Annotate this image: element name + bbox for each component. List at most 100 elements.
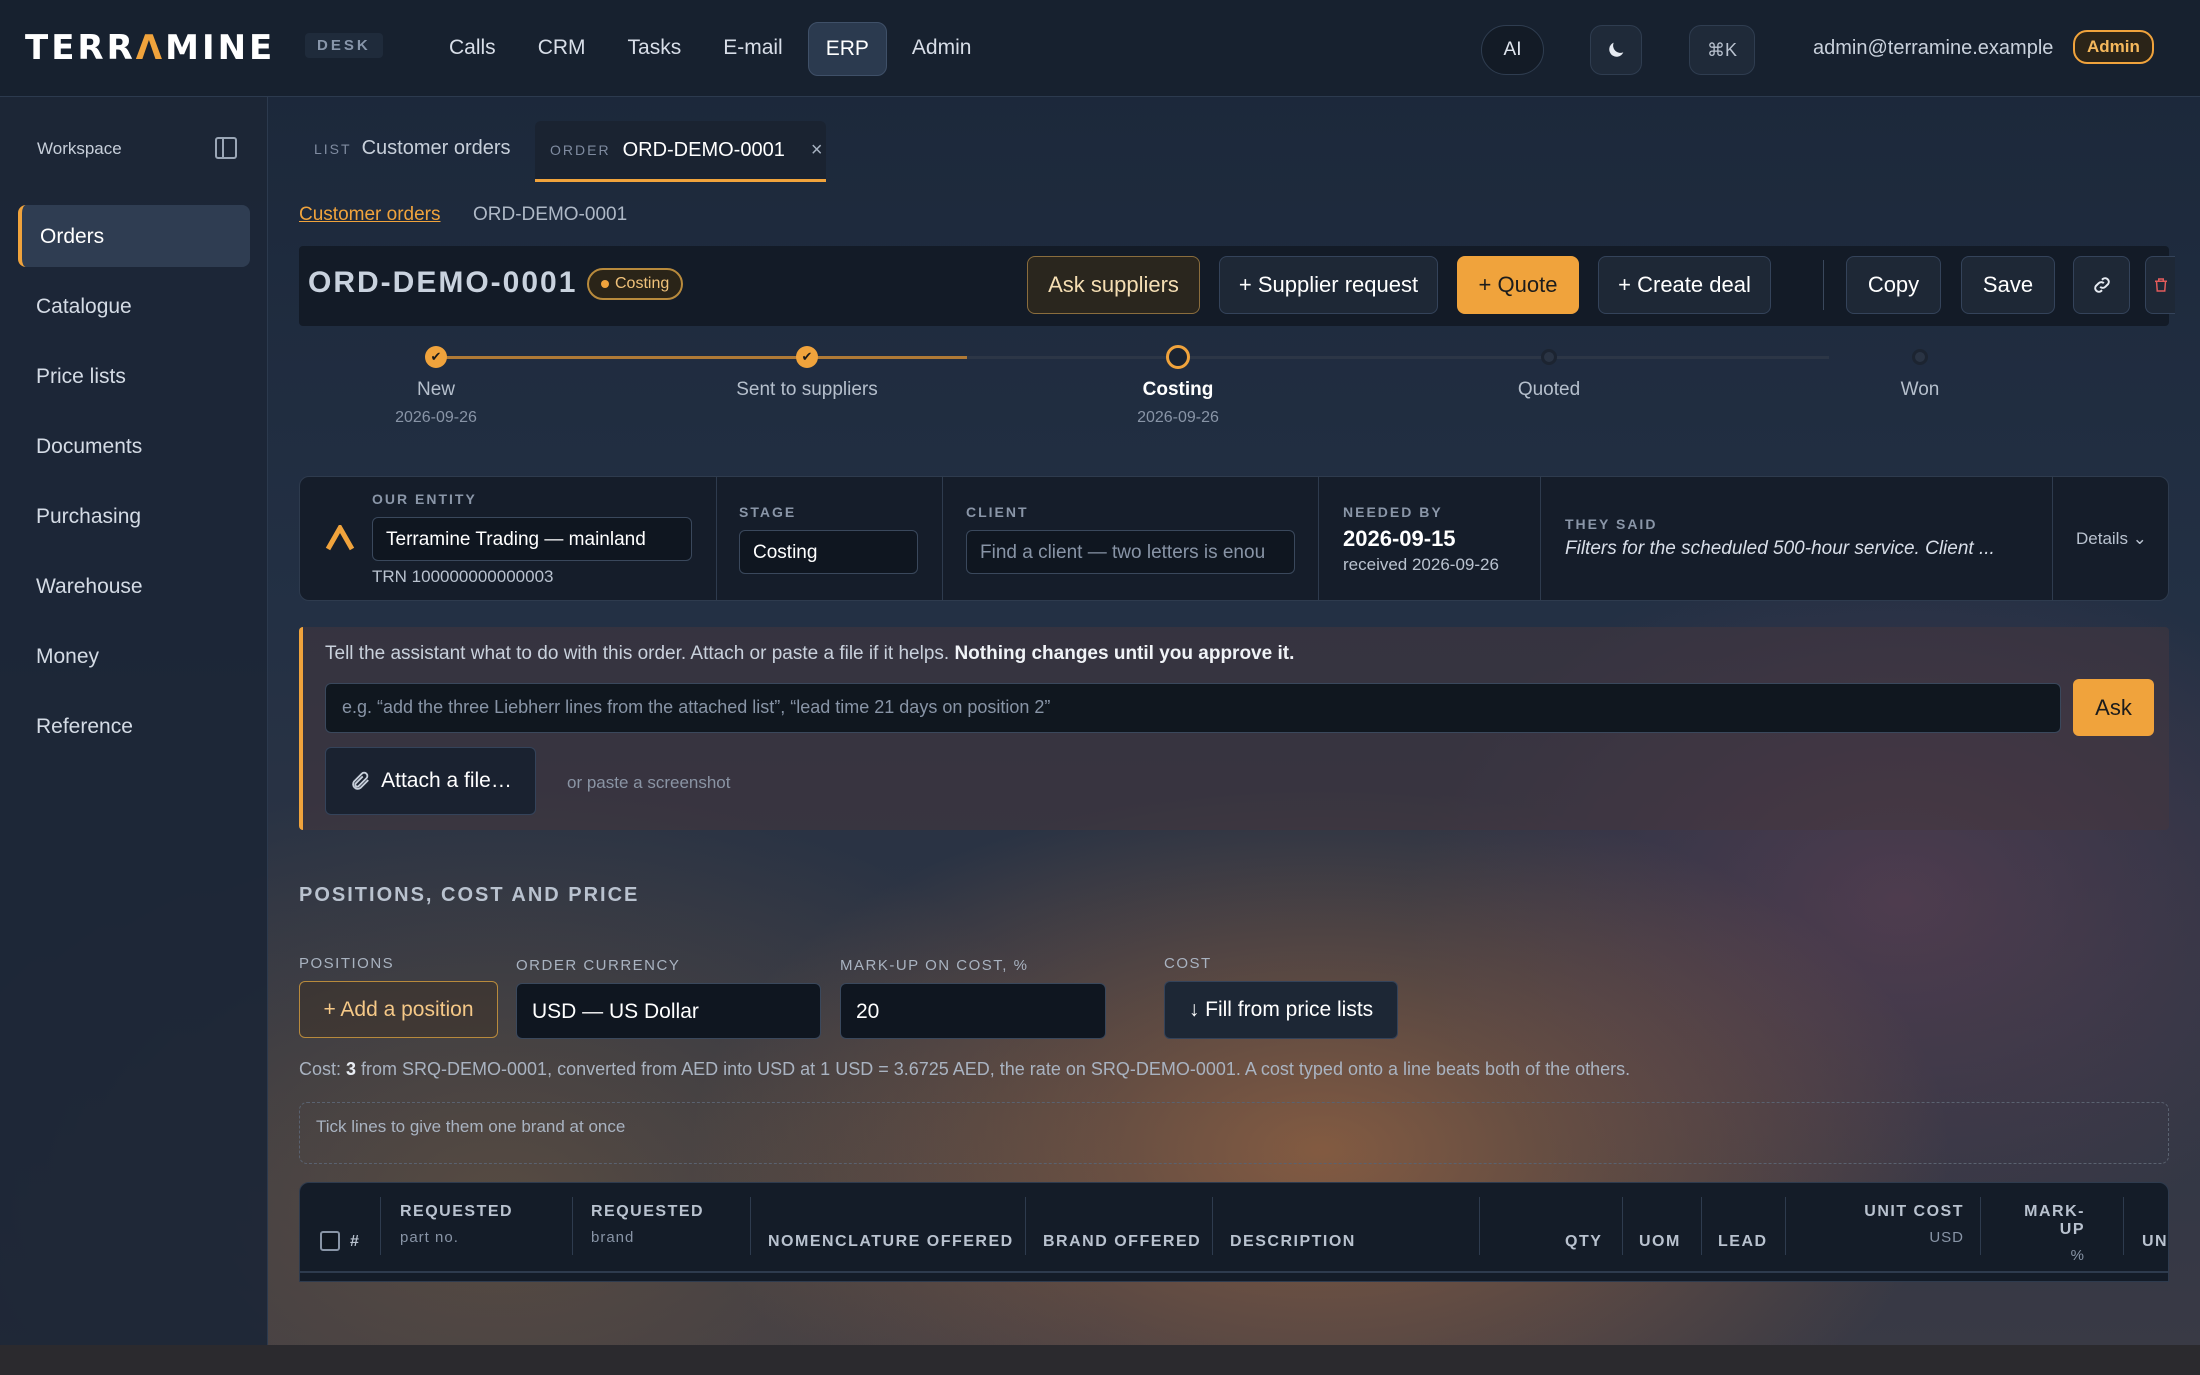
nav-admin[interactable]: Admin <box>895 22 989 76</box>
stage-costing-label: Costing <box>1142 379 1214 400</box>
needed-by-date[interactable]: 2026-09-15 <box>1343 526 1456 552</box>
supplier-request-button[interactable]: + Supplier request <box>1219 256 1438 314</box>
status-dot-icon <box>601 279 609 288</box>
ask-button[interactable]: Ask <box>2073 679 2154 736</box>
ask-suppliers-button[interactable]: Ask suppliers <box>1027 256 1200 314</box>
col-uom[interactable]: UOM <box>1639 1233 1681 1251</box>
stage-select[interactable]: Costing <box>739 530 918 574</box>
entity-select[interactable]: Terramine Trading — mainland <box>372 517 692 561</box>
divider <box>1479 1197 1480 1255</box>
theme-toggle-button[interactable] <box>1590 25 1642 75</box>
col-requested-brand[interactable]: REQUESTED brand <box>591 1203 704 1246</box>
they-said-text: Filters for the scheduled 500-hour servi… <box>1565 538 1995 559</box>
command-palette-button[interactable]: ⌘K <box>1689 25 1755 75</box>
delete-button[interactable] <box>2145 256 2175 314</box>
col-description[interactable]: DESCRIPTION <box>1230 1233 1356 1251</box>
tab-label: ORD-DEMO-0001 <box>622 138 785 161</box>
tab-kind: LIST <box>314 141 352 157</box>
col-markup[interactable]: MARK-UP% <box>2000 1203 2085 1264</box>
divider <box>1823 260 1824 310</box>
sidebar-item-purchasing[interactable]: Purchasing <box>18 485 250 547</box>
sidebar-item-money[interactable]: Money <box>18 625 250 687</box>
divider <box>300 1271 2168 1273</box>
stage-stepper: ✔ New 2026-09-26 ✔ Sent to suppliers Cos… <box>299 337 2169 427</box>
status-badge: Costing <box>587 268 684 300</box>
stage-new-label: New <box>416 379 455 400</box>
assistant-input[interactable]: e.g. “add the three Liebherr lines from … <box>325 683 2061 733</box>
order-currency-select[interactable]: USD — US Dollar <box>516 983 821 1039</box>
positions-table: # REQUESTED part no. REQUESTED brand NOMEN… <box>299 1182 2169 1282</box>
status-label: Costing <box>615 275 670 292</box>
assistant-message: Tell the assistant what to do with this … <box>325 643 1295 664</box>
user-email[interactable]: admin@terramine.example <box>1813 37 2053 60</box>
attach-file-button[interactable]: Attach a file… <box>325 747 536 815</box>
breadcrumb-parent[interactable]: Customer orders <box>299 204 441 226</box>
bottom-bar <box>0 1345 2200 1375</box>
close-tab-icon[interactable]: × <box>811 139 823 162</box>
sidebar-item-warehouse[interactable]: Warehouse <box>18 555 250 617</box>
col-qty[interactable]: QTY <box>1565 1233 1602 1251</box>
select-all-checkbox[interactable] <box>320 1231 340 1251</box>
col-unit-price[interactable]: UN <box>2142 1233 2168 1251</box>
markup-input[interactable]: 20 <box>840 983 1106 1039</box>
col-brand-offered[interactable]: BRAND OFFERED <box>1043 1233 1201 1251</box>
positions-label: POSITIONS <box>299 955 395 972</box>
order-currency-label: ORDER CURRENCY <box>516 957 681 974</box>
create-deal-button[interactable]: + Create deal <box>1598 256 1771 314</box>
trash-icon <box>2154 278 2167 292</box>
page-title: ORD-DEMO-0001 <box>308 266 578 299</box>
stage-won-node[interactable] <box>1912 349 1928 365</box>
divider <box>1785 1197 1786 1255</box>
divider <box>750 1197 751 1255</box>
tab-kind: ORDER <box>550 142 611 158</box>
tab-customer-orders[interactable]: LIST Customer orders <box>314 137 511 160</box>
they-said-cell: THEY SAID Filters for the scheduled 500-… <box>1541 477 2053 600</box>
nav-tasks[interactable]: Tasks <box>611 22 699 76</box>
top-bar: TERRΛMINE DESK Calls CRM Tasks E-mail ER… <box>0 0 2200 97</box>
sidebar-item-catalogue[interactable]: Catalogue <box>18 275 250 337</box>
save-button[interactable]: Save <box>1961 256 2055 314</box>
terramine-logo[interactable]: TERRΛMINE <box>25 28 275 68</box>
sidebar-item-orders[interactable]: Orders <box>18 205 250 267</box>
sidebar-item-documents[interactable]: Documents <box>18 415 250 477</box>
section-title: POSITIONS, COST AND PRICE <box>299 884 640 906</box>
fill-from-price-lists-button[interactable]: ↓ Fill from price lists <box>1164 981 1398 1039</box>
stage-cell: STAGE Costing <box>717 477 943 600</box>
nav-email[interactable]: E-mail <box>706 22 800 76</box>
main-content: LIST Customer orders ORDER ORD-DEMO-0001… <box>269 97 2200 1375</box>
col-nomenclature[interactable]: NOMENCLATURE OFFERED <box>768 1233 1014 1251</box>
nav-crm[interactable]: CRM <box>521 22 603 76</box>
ai-button[interactable]: AI <box>1481 25 1544 75</box>
stage-new-date: 2026-09-26 <box>395 409 477 426</box>
stage-new-node[interactable]: ✔ <box>425 346 447 368</box>
workspace-label: Workspace <box>37 139 122 158</box>
paste-hint: or paste a screenshot <box>567 773 731 792</box>
copy-link-button[interactable] <box>2073 256 2130 314</box>
entity-label: OUR ENTITY <box>372 491 477 507</box>
collapse-sidebar-icon[interactable] <box>215 137 237 159</box>
stage-sent-node[interactable]: ✔ <box>796 346 818 368</box>
col-unit-cost[interactable]: UNIT COST USD <box>1860 1203 1964 1246</box>
col-requested-part[interactable]: REQUESTED part no. <box>400 1203 513 1246</box>
tab-order[interactable]: ORDER ORD-DEMO-0001 × <box>535 121 826 182</box>
details-toggle[interactable]: Details ⌄ <box>2076 529 2147 549</box>
stage-quoted-node[interactable] <box>1541 349 1557 365</box>
quote-button[interactable]: + Quote <box>1457 256 1579 314</box>
nav-calls[interactable]: Calls <box>432 22 513 76</box>
stepper-line-todo <box>967 356 1829 359</box>
sidebar-item-price-lists[interactable]: Price lists <box>18 345 250 407</box>
client-search-input[interactable]: Find a client — two letters is enou <box>966 530 1295 574</box>
desk-badge: DESK <box>305 33 383 58</box>
divider <box>1701 1197 1702 1255</box>
add-position-button[interactable]: + Add a position <box>299 981 498 1038</box>
stage-costing-node[interactable] <box>1166 345 1190 369</box>
client-label: CLIENT <box>966 504 1029 520</box>
col-lead[interactable]: LEAD <box>1718 1233 1768 1251</box>
moon-icon <box>1609 42 1624 57</box>
stage-costing-date: 2026-09-26 <box>1137 409 1219 426</box>
copy-button[interactable]: Copy <box>1846 256 1941 314</box>
sidebar-item-reference[interactable]: Reference <box>18 695 250 757</box>
attach-label: Attach a file… <box>381 769 512 792</box>
order-info-panel: OUR ENTITY Terramine Trading — mainland … <box>299 476 2169 601</box>
nav-erp[interactable]: ERP <box>807 22 887 76</box>
